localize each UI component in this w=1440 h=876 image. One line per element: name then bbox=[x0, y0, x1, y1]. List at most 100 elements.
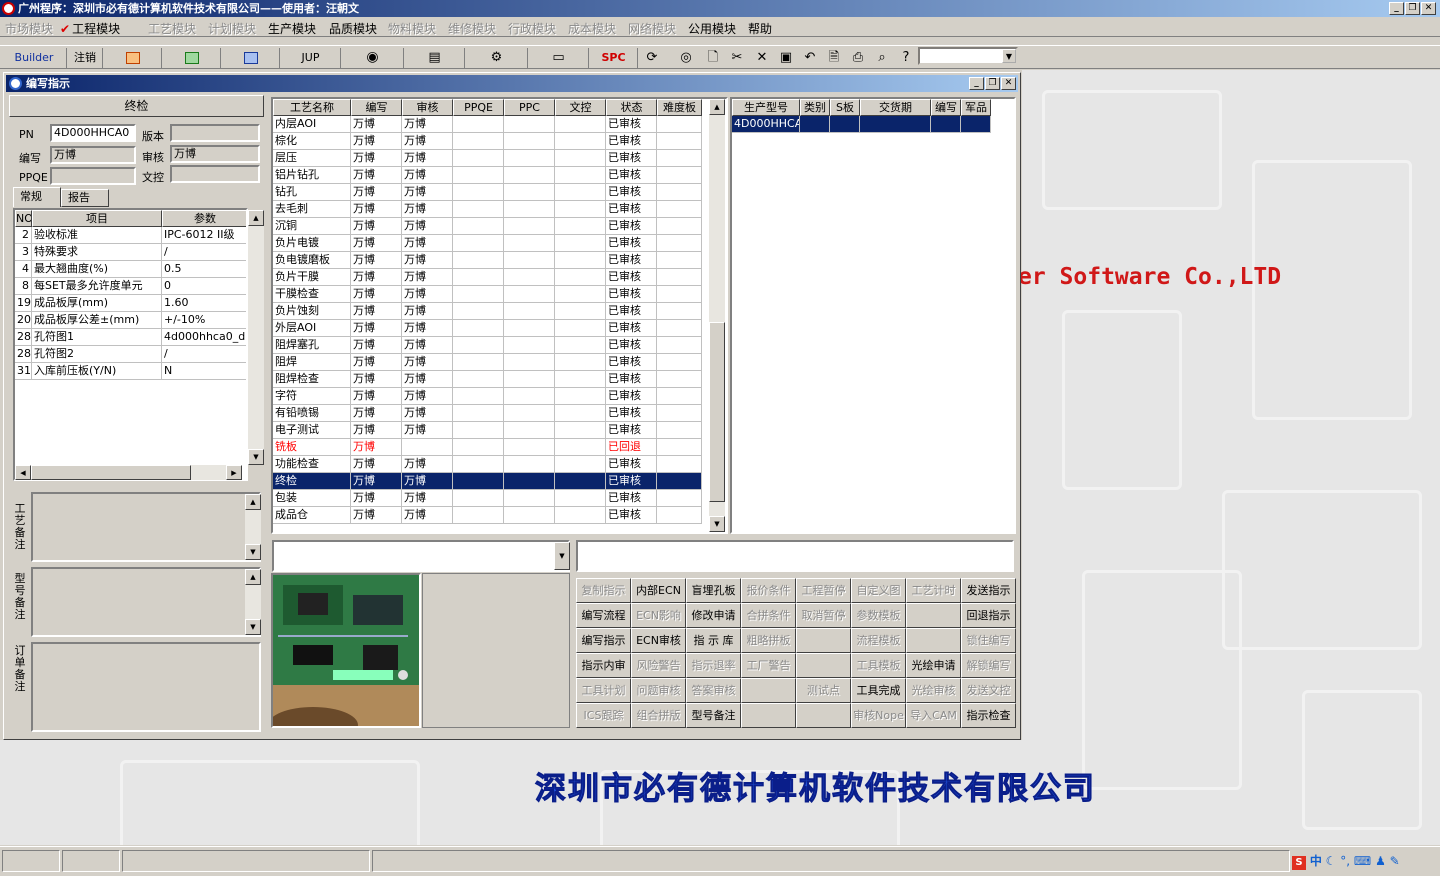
action-button[interactable]: 工具模板 bbox=[851, 653, 906, 678]
model-row[interactable]: 4D000HHCA0 bbox=[732, 116, 1014, 133]
process-column-header[interactable]: 难度板 bbox=[657, 99, 702, 116]
action-button[interactable]: 光绘申请 bbox=[906, 653, 961, 678]
action-button[interactable]: 问题审核 bbox=[631, 678, 686, 703]
process-row[interactable]: 外层AOI 万博 万博 已审核 bbox=[273, 320, 726, 337]
process-row[interactable]: 干膜检查 万博 万博 已审核 bbox=[273, 286, 726, 303]
preview-icon[interactable]: 🗎 bbox=[824, 49, 844, 67]
hscroll-thumb[interactable] bbox=[31, 465, 191, 480]
action-button[interactable]: 工具计划 bbox=[576, 678, 631, 703]
close-button[interactable]: ✕ bbox=[1421, 2, 1436, 15]
table-row[interactable]: 28 孔符图1 4d000hhca0_dr bbox=[15, 329, 246, 346]
builder-button[interactable]: Builder bbox=[2, 48, 67, 68]
toolbar-combo[interactable]: ▼ bbox=[918, 47, 1018, 65]
punct-icon[interactable]: °, bbox=[1340, 854, 1350, 868]
ppqe-field[interactable] bbox=[50, 167, 136, 185]
action-button[interactable]: 测试点 bbox=[796, 678, 851, 703]
process-note-scroll[interactable]: ▲ ▼ bbox=[245, 494, 261, 560]
menu-item[interactable]: 维修模块 bbox=[448, 20, 496, 37]
process-vscroll[interactable]: ▲ ▼ bbox=[709, 99, 725, 532]
process-row[interactable]: 包装 万博 万博 已审核 bbox=[273, 490, 726, 507]
network-button[interactable]: ⚙ bbox=[466, 48, 528, 68]
reviewer-field[interactable]: 万博 bbox=[170, 145, 260, 163]
menu-item[interactable]: 网络模块 bbox=[628, 20, 676, 37]
minimize-button[interactable]: _ bbox=[1389, 2, 1404, 15]
print-icon[interactable]: ⎙ bbox=[848, 49, 868, 67]
table-row[interactable]: 4 最大翘曲度(%) 0.5 bbox=[15, 261, 246, 278]
process-row[interactable]: 终检 万博 万博 已审核 bbox=[273, 473, 726, 490]
action-button[interactable]: 工厂警告 bbox=[741, 653, 796, 678]
table-row[interactable]: 28 孔符图2/ bbox=[15, 346, 246, 363]
action-button[interactable]: 内部ECN bbox=[631, 578, 686, 603]
action-button[interactable]: 光绘审核 bbox=[906, 678, 961, 703]
menu-item[interactable]: 生产模块 bbox=[268, 20, 316, 37]
process-row[interactable]: 有铅喷锡 万博 万博 已审核 bbox=[273, 405, 726, 422]
chevron-down-icon[interactable]: ▼ bbox=[554, 542, 570, 570]
scroll-down-icon[interactable]: ▼ bbox=[709, 516, 725, 532]
action-button[interactable]: 导入CAM bbox=[906, 703, 961, 728]
menu-item[interactable]: 成本模块 bbox=[568, 20, 616, 37]
col-item[interactable]: 项目 bbox=[32, 210, 162, 227]
table-row[interactable]: 31 入库前压板(Y/N) N bbox=[15, 363, 246, 380]
action-button[interactable]: 答案审核 bbox=[686, 678, 741, 703]
process-row[interactable]: 电子测试 万博 万博 已审核 bbox=[273, 422, 726, 439]
window-close-button[interactable]: ✕ bbox=[1001, 77, 1016, 90]
action-button[interactable]: 流程模板 bbox=[851, 628, 906, 653]
process-row[interactable]: 负片电镀 万博 万博 已审核 bbox=[273, 235, 726, 252]
new-file-icon[interactable]: 🗋 bbox=[703, 49, 723, 67]
model-column-header[interactable]: 编写 bbox=[931, 99, 961, 116]
col-no[interactable]: NO bbox=[15, 210, 32, 227]
action-button[interactable]: 盲埋孔板 bbox=[686, 578, 741, 603]
process-row[interactable]: 阻焊检查 万博 万博 已审核 bbox=[273, 371, 726, 388]
action-button[interactable]: 发送文控 bbox=[961, 678, 1016, 703]
process-row[interactable]: 去毛刺 万博 万博 已审核 bbox=[273, 201, 726, 218]
globe-icon[interactable]: ◎ bbox=[676, 49, 696, 67]
save-icon[interactable]: ▣ bbox=[776, 49, 796, 67]
help-icon[interactable]: ? bbox=[896, 49, 916, 67]
version-field[interactable] bbox=[170, 124, 260, 142]
menu-item[interactable]: 品质模块 bbox=[329, 20, 377, 37]
action-button[interactable]: 复制指示 bbox=[576, 578, 631, 603]
process-column-header[interactable]: 审核 bbox=[402, 99, 453, 116]
process-note-box[interactable] bbox=[31, 492, 261, 562]
action-button[interactable]: 风险警告 bbox=[631, 653, 686, 678]
user-icon[interactable]: ♟ bbox=[1375, 854, 1386, 868]
model-column-header[interactable]: S板 bbox=[830, 99, 860, 116]
action-button[interactable]: ICS跟踪 bbox=[576, 703, 631, 728]
process-row[interactable]: 钻孔 万博 万博 已审核 bbox=[273, 184, 726, 201]
action-button[interactable]: 报价条件 bbox=[741, 578, 796, 603]
scroll-down-icon[interactable]: ▼ bbox=[248, 449, 264, 465]
cut-icon[interactable]: ✂ bbox=[727, 49, 747, 67]
menu-item[interactable]: 市场模块 bbox=[5, 20, 53, 37]
pn-field[interactable]: 4D000HHCA0 bbox=[50, 124, 136, 142]
process-row[interactable]: 内层AOI 万博 万博 已审核 bbox=[273, 116, 726, 133]
scroll-left-icon[interactable]: ◀ bbox=[15, 465, 31, 480]
action-button[interactable]: 工具完成 bbox=[851, 678, 906, 703]
scroll-up-icon[interactable]: ▲ bbox=[248, 210, 264, 226]
process-row[interactable]: 铝片钻孔 万博 万博 已审核 bbox=[273, 167, 726, 184]
process-row[interactable]: 功能检查 万博 万博 已审核 bbox=[273, 456, 726, 473]
process-row[interactable]: 沉铜 万博 万博 已审核 bbox=[273, 218, 726, 235]
menu-item[interactable]: 计划模块 bbox=[208, 20, 256, 37]
computer-button[interactable]: ▭ bbox=[529, 48, 589, 68]
model-note-box[interactable] bbox=[31, 567, 261, 637]
action-button[interactable]: 发送指示 bbox=[961, 578, 1016, 603]
process-column-header[interactable]: 状态 bbox=[606, 99, 657, 116]
word-button[interactable] bbox=[222, 48, 280, 68]
order-note-box[interactable] bbox=[31, 642, 261, 732]
table-row[interactable]: 20 成品板厚公差±(mm) +/-10% bbox=[15, 312, 246, 329]
action-button[interactable]: 修改申请 bbox=[686, 603, 741, 628]
action-button[interactable]: 回退指示 bbox=[961, 603, 1016, 628]
model-note-scroll[interactable]: ▲ ▼ bbox=[245, 569, 261, 635]
params-vscroll[interactable]: ▲ ▼ bbox=[248, 210, 264, 465]
action-button[interactable]: 合拼条件 bbox=[741, 603, 796, 628]
table-row[interactable]: 2 验收标准 IPC-6012 II级 bbox=[15, 227, 246, 244]
process-column-header[interactable]: 文控 bbox=[555, 99, 606, 116]
process-column-header[interactable]: PPQE bbox=[453, 99, 504, 116]
action-button[interactable]: 锁住编写 bbox=[961, 628, 1016, 653]
action-button[interactable]: 取消暂停 bbox=[796, 603, 851, 628]
powerpoint-button[interactable] bbox=[104, 48, 162, 68]
ime-tray[interactable]: S 中 ☾ °, ⌨ ♟ ✎ bbox=[1292, 852, 1438, 870]
process-row[interactable]: 阻焊塞孔 万博 万博 已审核 bbox=[273, 337, 726, 354]
keyboard-icon[interactable]: ⌨ bbox=[1354, 854, 1371, 868]
menu-item[interactable]: 行政模块 bbox=[508, 20, 556, 37]
